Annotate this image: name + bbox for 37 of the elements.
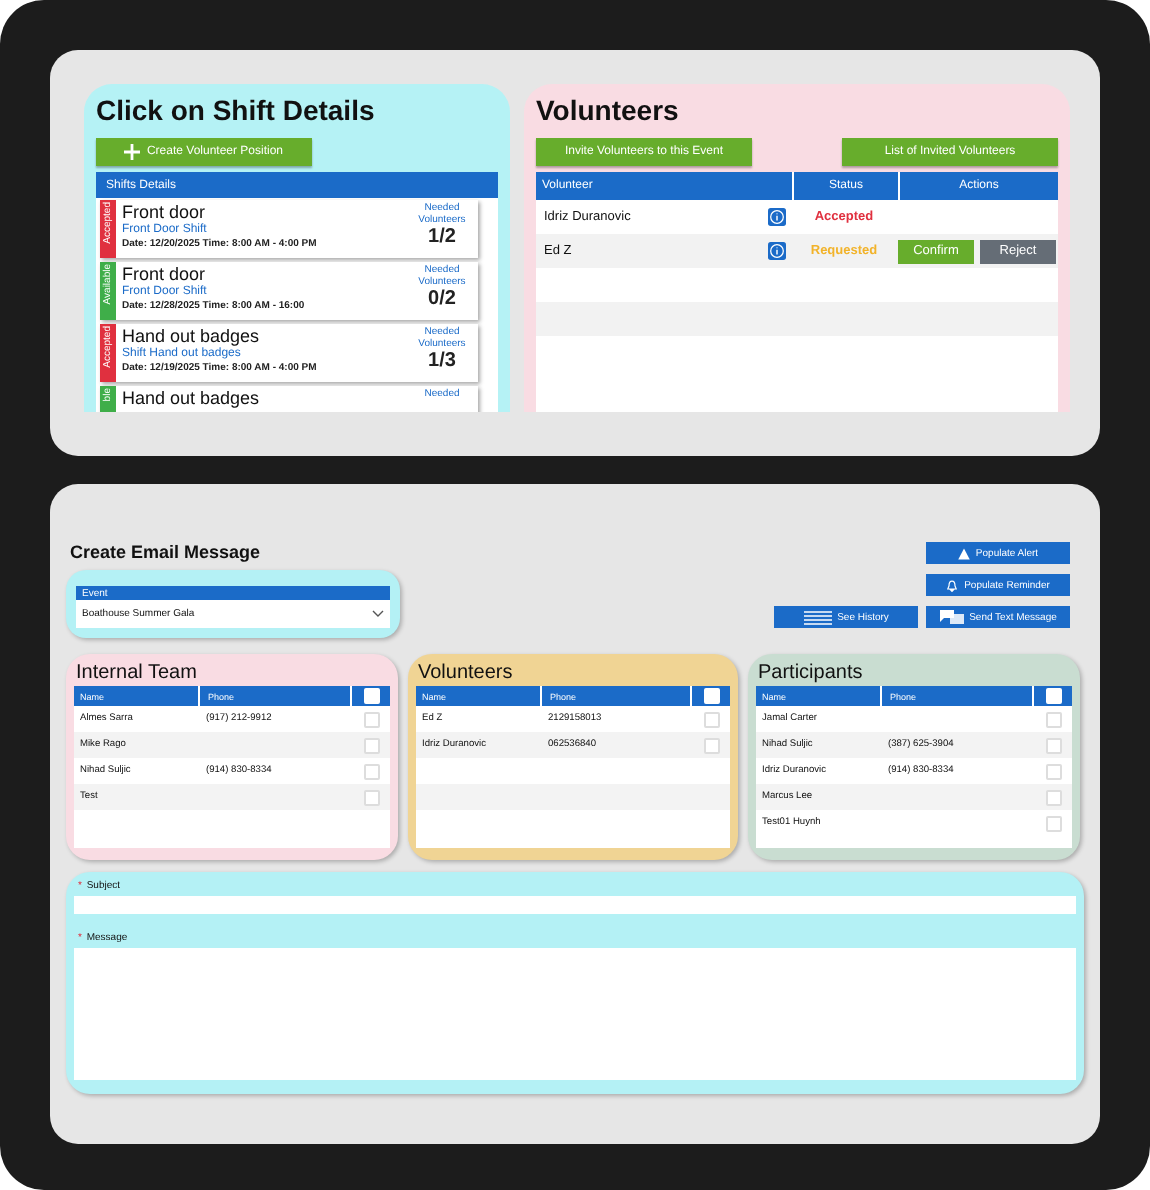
bell-icon [946, 579, 959, 591]
shift-title: Front door [122, 264, 208, 284]
shift-title: Hand out badges [122, 326, 262, 346]
plus-icon [124, 144, 141, 160]
list-title: Internal Team [74, 660, 199, 686]
select-all-checkbox[interactable] [704, 688, 720, 704]
select-all-checkbox[interactable] [1046, 688, 1062, 704]
shift-title: Front door [122, 202, 208, 222]
chevron-down-icon [372, 610, 384, 618]
info-icon[interactable] [768, 208, 786, 226]
volunteer-count: 1/2 [428, 226, 456, 248]
select-all-checkbox[interactable] [364, 688, 380, 704]
panel-title: Click on Shift Details [96, 94, 377, 126]
row-checkbox[interactable] [364, 737, 380, 753]
row-checkbox[interactable] [1046, 737, 1062, 753]
volunteer-count: 1/3 [428, 350, 456, 372]
row-checkbox[interactable] [364, 763, 380, 779]
shift-title: Hand out badges [122, 388, 262, 408]
row-checkbox[interactable] [1046, 789, 1062, 805]
list-title: Participants [756, 660, 865, 686]
warning-icon [957, 547, 970, 559]
row-checkbox[interactable] [704, 711, 720, 727]
row-checkbox[interactable] [1046, 815, 1062, 831]
message-field[interactable] [74, 948, 1076, 1080]
volunteer-count: 0/2 [428, 288, 456, 310]
subject-field[interactable] [74, 896, 1076, 914]
page-title: Create Email Message [68, 542, 263, 562]
panel-title: Volunteers [536, 94, 681, 126]
list-icon [803, 609, 832, 625]
row-checkbox[interactable] [704, 737, 720, 753]
chat-icon [939, 610, 964, 624]
info-icon[interactable] [768, 242, 786, 260]
row-checkbox[interactable] [1046, 763, 1062, 779]
row-checkbox[interactable] [364, 789, 380, 805]
row-checkbox[interactable] [364, 711, 380, 727]
row-checkbox[interactable] [1046, 711, 1062, 727]
list-title: Volunteers [416, 660, 515, 686]
